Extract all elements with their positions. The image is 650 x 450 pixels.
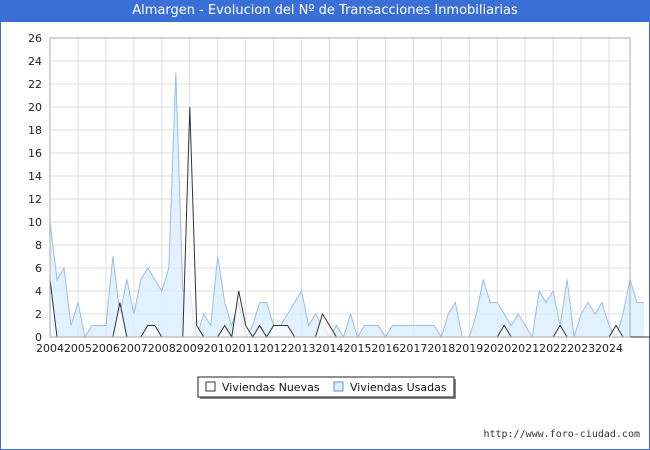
x-tick-label: 2011 (232, 342, 260, 355)
x-tick-label: 2023 (567, 342, 595, 355)
legend-swatch-nuevas (205, 381, 216, 392)
y-tick-label: 6 (35, 262, 42, 275)
y-tick-label: 8 (35, 239, 42, 252)
x-tick-label: 2019 (455, 342, 483, 355)
legend-swatch-usadas (333, 381, 344, 392)
y-tick-label: 14 (28, 170, 42, 183)
x-tick-label: 2013 (288, 342, 316, 355)
x-tick-label: 2017 (399, 342, 427, 355)
x-tick-label: 2024 (595, 342, 623, 355)
y-tick-label: 16 (28, 147, 42, 160)
y-tick-label: 24 (28, 55, 42, 68)
x-tick-label: 2014 (316, 342, 344, 355)
x-tick-label: 2021 (511, 342, 539, 355)
x-tick-label: 2005 (64, 342, 92, 355)
x-tick-label: 2022 (539, 342, 567, 355)
y-tick-label: 12 (28, 193, 42, 206)
y-tick-label: 20 (28, 101, 42, 114)
x-tick-label: 2018 (427, 342, 455, 355)
x-tick-label: 2012 (260, 342, 288, 355)
x-tick-label: 2004 (36, 342, 64, 355)
y-tick-label: 18 (28, 124, 42, 137)
footer-url: http://www.foro-ciudad.com (483, 429, 640, 440)
y-tick-label: 10 (28, 216, 42, 229)
x-tick-label: 2010 (204, 342, 232, 355)
legend-label-nuevas: Viviendas Nuevas (222, 381, 320, 394)
x-tick-label: 2009 (176, 342, 204, 355)
x-tick-label: 2020 (483, 342, 511, 355)
legend-label-usadas: Viviendas Usadas (350, 381, 447, 394)
plot-area (49, 37, 631, 338)
x-tick-label: 2015 (343, 342, 371, 355)
y-tick-label: 22 (28, 78, 42, 91)
x-tick-label: 2007 (120, 342, 148, 355)
y-tick-label: 2 (35, 308, 42, 321)
y-tick-label: 26 (28, 32, 42, 45)
x-tick-label: 2008 (148, 342, 176, 355)
y-tick-label: 4 (35, 285, 42, 298)
chart-svg: 024681012141618202224262004 2005 2006 2007 2… (28, 32, 650, 399)
x-tick-label: 2006 (92, 342, 120, 355)
x-tick-label: 2016 (371, 342, 399, 355)
